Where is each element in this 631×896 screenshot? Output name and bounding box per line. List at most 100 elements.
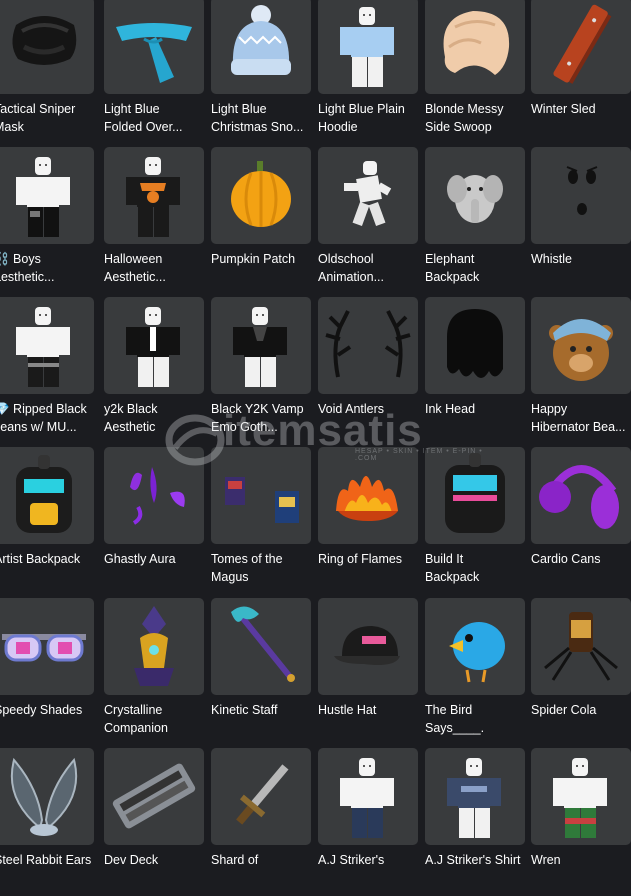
item-thumbnail[interactable] — [211, 0, 311, 94]
catalog-item[interactable]: Pumpkin Patch — [211, 147, 313, 295]
item-thumbnail[interactable] — [0, 147, 94, 244]
catalog-item[interactable]: Blonde Messy Side Swoop — [425, 0, 527, 145]
item-name[interactable]: Light Blue Christmas Sno... — [211, 100, 315, 136]
item-thumbnail[interactable] — [0, 598, 94, 695]
item-name[interactable]: Light Blue Folded Over... — [104, 100, 208, 136]
item-thumbnail[interactable] — [104, 447, 204, 544]
item-thumbnail[interactable] — [0, 748, 94, 845]
item-name[interactable]: Oldschool Animation... — [318, 250, 422, 286]
item-thumbnail[interactable] — [211, 598, 311, 695]
item-thumbnail[interactable] — [211, 748, 311, 845]
item-name[interactable]: Cardio Cans — [531, 550, 631, 568]
item-thumbnail[interactable] — [531, 748, 631, 845]
item-thumbnail[interactable] — [318, 147, 418, 244]
catalog-item[interactable]: Ink Head — [425, 297, 527, 445]
item-thumbnail[interactable] — [318, 748, 418, 845]
item-name[interactable]: Crystalline Companion — [104, 701, 208, 737]
item-thumbnail[interactable] — [0, 447, 94, 544]
item-thumbnail[interactable] — [425, 147, 525, 244]
item-name[interactable]: The Bird Says____. — [425, 701, 529, 737]
catalog-item[interactable]: A.J Striker's Shirt — [425, 748, 527, 896]
catalog-item[interactable]: Whistle — [531, 147, 631, 295]
item-name[interactable]: Light Blue Plain Hoodie — [318, 100, 422, 136]
item-name[interactable]: Ring of Flames — [318, 550, 422, 568]
item-name[interactable]: Halloween Aesthetic... — [104, 250, 208, 286]
item-name[interactable]: Ghastly Aura — [104, 550, 208, 568]
catalog-item[interactable]: Happy Hibernator Bea... — [531, 297, 631, 445]
item-name[interactable]: Speedy Shades — [0, 701, 98, 719]
item-thumbnail[interactable] — [531, 147, 631, 244]
catalog-item[interactable]: Shard of — [211, 748, 313, 896]
item-thumbnail[interactable] — [104, 297, 204, 394]
item-thumbnail[interactable] — [425, 0, 525, 94]
item-name[interactable]: Ink Head — [425, 400, 529, 418]
catalog-item[interactable]: Dev Deck — [104, 748, 206, 896]
item-name[interactable]: Void Antlers — [318, 400, 422, 418]
catalog-item[interactable]: Kinetic Staff — [211, 598, 313, 746]
catalog-item[interactable]: Cardio Cans — [531, 447, 631, 595]
item-name[interactable]: Steel Rabbit Ears — [0, 851, 98, 869]
catalog-item[interactable]: Elephant Backpack — [425, 147, 527, 295]
item-name[interactable]: ⛓️ Boys aesthetic... — [0, 250, 98, 286]
item-thumbnail[interactable] — [211, 147, 311, 244]
catalog-item[interactable]: Tomes of the Magus — [211, 447, 313, 595]
catalog-item[interactable]: Light Blue Christmas Sno... — [211, 0, 313, 145]
item-thumbnail[interactable] — [211, 297, 311, 394]
item-name[interactable]: Dev Deck — [104, 851, 208, 869]
catalog-item[interactable]: Light Blue Folded Over... — [104, 0, 206, 145]
item-name[interactable]: Wren — [531, 851, 631, 869]
item-thumbnail[interactable] — [318, 598, 418, 695]
catalog-item[interactable]: Artist Backpack — [0, 447, 96, 595]
item-name[interactable]: Whistle — [531, 250, 631, 268]
catalog-item[interactable]: A.J Striker's — [318, 748, 420, 896]
item-thumbnail[interactable] — [425, 297, 525, 394]
item-name[interactable]: A.J Striker's Shirt — [425, 851, 529, 869]
catalog-item[interactable]: Crystalline Companion — [104, 598, 206, 746]
item-thumbnail[interactable] — [318, 297, 418, 394]
catalog-item[interactable]: Winter Sled — [531, 0, 631, 145]
catalog-item[interactable]: Oldschool Animation... — [318, 147, 420, 295]
catalog-item[interactable]: 💎 Ripped Black Jeans w/ MU... — [0, 297, 96, 445]
item-name[interactable]: Shard of — [211, 851, 315, 869]
item-name[interactable]: 💎 Ripped Black Jeans w/ MU... — [0, 400, 98, 436]
catalog-item[interactable]: Halloween Aesthetic... — [104, 147, 206, 295]
item-name[interactable]: Kinetic Staff — [211, 701, 315, 719]
catalog-item[interactable]: Build It Backpack — [425, 447, 527, 595]
item-thumbnail[interactable] — [104, 0, 204, 94]
item-thumbnail[interactable] — [318, 447, 418, 544]
item-name[interactable]: Artist Backpack — [0, 550, 98, 568]
item-thumbnail[interactable] — [318, 0, 418, 94]
item-thumbnail[interactable] — [425, 598, 525, 695]
catalog-item[interactable]: Ghastly Aura — [104, 447, 206, 595]
catalog-item[interactable]: Light Blue Plain Hoodie — [318, 0, 420, 145]
item-name[interactable]: Spider Cola — [531, 701, 631, 719]
item-name[interactable]: Tomes of the Magus — [211, 550, 315, 586]
catalog-item[interactable]: Tactical Sniper Mask — [0, 0, 96, 145]
catalog-item[interactable]: Hustle Hat — [318, 598, 420, 746]
catalog-item[interactable]: The Bird Says____. — [425, 598, 527, 746]
item-thumbnail[interactable] — [531, 598, 631, 695]
item-thumbnail[interactable] — [531, 0, 631, 94]
item-thumbnail[interactable] — [425, 447, 525, 544]
item-name[interactable]: A.J Striker's — [318, 851, 422, 869]
item-name[interactable]: Build It Backpack — [425, 550, 529, 586]
catalog-item[interactable]: y2k Black Aesthetic — [104, 297, 206, 445]
catalog-item[interactable]: Black Y2K Vamp Emo Goth... — [211, 297, 313, 445]
item-thumbnail[interactable] — [531, 447, 631, 544]
item-name[interactable]: Elephant Backpack — [425, 250, 529, 286]
item-name[interactable]: Blonde Messy Side Swoop — [425, 100, 529, 136]
item-thumbnail[interactable] — [104, 748, 204, 845]
item-thumbnail[interactable] — [531, 297, 631, 394]
item-name[interactable]: Tactical Sniper Mask — [0, 100, 98, 136]
item-name[interactable]: Black Y2K Vamp Emo Goth... — [211, 400, 315, 436]
catalog-item[interactable]: Speedy Shades — [0, 598, 96, 746]
item-name[interactable]: y2k Black Aesthetic — [104, 400, 208, 436]
item-name[interactable]: Winter Sled — [531, 100, 631, 118]
catalog-item[interactable]: Wren — [531, 748, 631, 896]
catalog-item[interactable]: Steel Rabbit Ears — [0, 748, 96, 896]
item-thumbnail[interactable] — [0, 297, 94, 394]
item-name[interactable]: Happy Hibernator Bea... — [531, 400, 631, 436]
catalog-item[interactable]: Spider Cola — [531, 598, 631, 746]
catalog-item[interactable]: Ring of Flames — [318, 447, 420, 595]
item-name[interactable]: Hustle Hat — [318, 701, 422, 719]
